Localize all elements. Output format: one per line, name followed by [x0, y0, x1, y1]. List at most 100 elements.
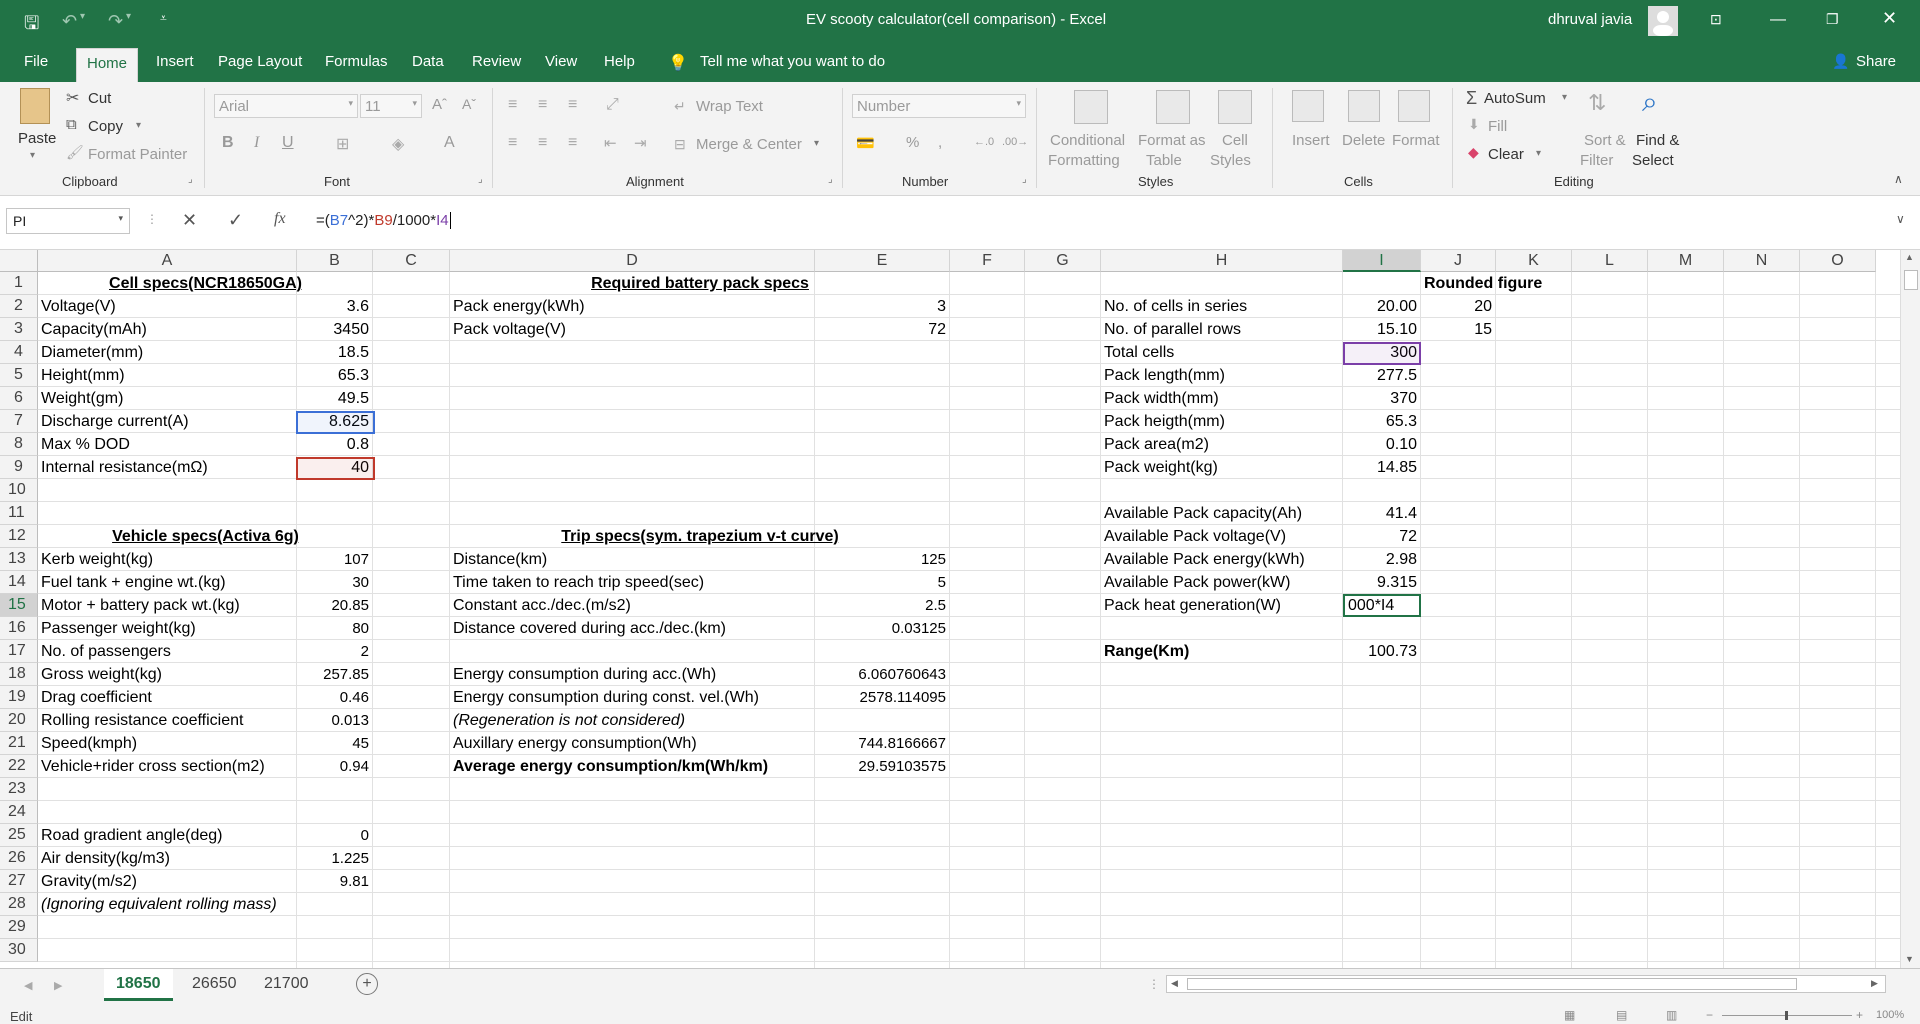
cell-b19[interactable]: 0.46: [300, 686, 369, 709]
tab-help[interactable]: Help: [604, 53, 635, 70]
wrap-text-icon[interactable]: ↵: [674, 98, 686, 115]
column-header-h[interactable]: H: [1101, 250, 1343, 272]
undo-dropdown-icon[interactable]: ▾: [80, 11, 85, 22]
cell-e15[interactable]: 2.5: [818, 594, 946, 617]
cell-i6[interactable]: 370: [1346, 387, 1417, 410]
format-cells-icon[interactable]: [1398, 90, 1430, 122]
row-header-23[interactable]: 23: [0, 778, 38, 801]
row-header-17[interactable]: 17: [0, 640, 38, 663]
column-header-i[interactable]: I: [1343, 250, 1421, 272]
page-break-view-icon[interactable]: ▥: [1666, 1008, 1677, 1022]
horizontal-scroll-thumb[interactable]: [1187, 978, 1797, 990]
copy-icon[interactable]: ⧉: [66, 116, 77, 133]
cut-button[interactable]: Cut: [88, 90, 111, 107]
alignment-launcher-icon[interactable]: ⌟: [828, 174, 833, 185]
row-header-28[interactable]: 28: [0, 893, 38, 916]
tab-formulas[interactable]: Formulas: [325, 53, 388, 70]
active-cell-i15[interactable]: [1343, 594, 1421, 617]
cell-b13[interactable]: 107: [300, 548, 369, 571]
cell-a27[interactable]: Gravity(m/s2): [41, 870, 293, 893]
cell-h6[interactable]: Pack width(mm): [1104, 387, 1339, 410]
cell-b2[interactable]: 3.6: [300, 295, 369, 318]
cell-i13[interactable]: 2.98: [1346, 548, 1417, 571]
cell-a13[interactable]: Kerb weight(kg): [41, 548, 293, 571]
conditional-formatting-icon[interactable]: [1074, 90, 1108, 124]
clear-dropdown-icon[interactable]: ▾: [1536, 148, 1541, 159]
minimize-icon[interactable]: —: [1770, 11, 1786, 29]
scroll-down-icon[interactable]: ▼: [1905, 954, 1914, 964]
cell-a21[interactable]: Speed(kmph): [41, 732, 293, 755]
row-header-2[interactable]: 2: [0, 295, 38, 318]
merge-center-button[interactable]: Merge & Center: [696, 136, 802, 153]
cell-i3[interactable]: 15.10: [1346, 318, 1417, 341]
cell-b17[interactable]: 2: [300, 640, 369, 663]
borders-icon[interactable]: ⊞: [336, 134, 349, 154]
font-size-select[interactable]: 11 ▾: [360, 94, 422, 118]
tell-me-box[interactable]: Tell me what you want to do: [700, 53, 885, 70]
avatar[interactable]: [1648, 6, 1678, 36]
cell-h13[interactable]: Available Pack energy(kWh): [1104, 548, 1339, 571]
sheet-tab-18650[interactable]: 18650: [104, 969, 173, 1001]
column-header-m[interactable]: M: [1648, 250, 1724, 272]
zoom-out-icon[interactable]: −: [1706, 1008, 1713, 1022]
cell-i8[interactable]: 0.10: [1346, 433, 1417, 456]
cell-a15[interactable]: Motor + battery pack wt.(kg): [41, 594, 293, 617]
cell-b25[interactable]: 0: [300, 824, 369, 847]
clear-button[interactable]: Clear: [1488, 146, 1524, 163]
cell-d13[interactable]: Distance(km): [453, 548, 811, 571]
row-header-1[interactable]: 1: [0, 272, 38, 295]
cell-a19[interactable]: Drag coefficient: [41, 686, 293, 709]
wrap-text-button[interactable]: Wrap Text: [696, 98, 763, 115]
worksheet-grid[interactable]: ABCDEFGHIJKLMNO 1 2 3 4 5 6 7 8 9 10 11 12 13 14 15 16 1…: [0, 250, 1900, 968]
tab-page-layout[interactable]: Page Layout: [218, 53, 302, 70]
align-left-icon[interactable]: ≡: [508, 134, 517, 152]
vertical-scroll-thumb[interactable]: [1904, 270, 1918, 290]
row-header-26[interactable]: 26: [0, 847, 38, 870]
tab-insert[interactable]: Insert: [156, 53, 194, 70]
format-cells-button[interactable]: Format: [1392, 132, 1440, 149]
middle-align-icon[interactable]: ≡: [538, 96, 547, 114]
row-header-3[interactable]: 3: [0, 318, 38, 341]
row-header-9[interactable]: 9: [0, 456, 38, 479]
cell-b22[interactable]: 0.94: [300, 755, 369, 778]
cell-h8[interactable]: Pack area(m2): [1104, 433, 1339, 456]
row-header-15[interactable]: 15: [0, 594, 38, 617]
row-header-27[interactable]: 27: [0, 870, 38, 893]
cell-i14[interactable]: 9.315: [1346, 571, 1417, 594]
normal-view-icon[interactable]: ▦: [1564, 1008, 1575, 1022]
cell-b14[interactable]: 30: [300, 571, 369, 594]
clear-icon[interactable]: ◆: [1468, 144, 1479, 161]
column-header-b[interactable]: B: [297, 250, 373, 272]
cell-a25[interactable]: Road gradient angle(deg): [41, 824, 293, 847]
cell-d14[interactable]: Time taken to reach trip speed(sec): [453, 571, 811, 594]
vertical-scrollbar[interactable]: ▲ ▼: [1900, 250, 1920, 968]
sheet-tab-26650[interactable]: 26650: [180, 969, 249, 1001]
column-header-o[interactable]: O: [1800, 250, 1876, 272]
redo-dropdown-icon[interactable]: ▾: [126, 11, 131, 22]
cell-a22[interactable]: Vehicle+rider cross section(m2): [41, 755, 293, 778]
cell-a12[interactable]: Vehicle specs(Activa 6g): [41, 525, 370, 548]
cell-h11[interactable]: Available Pack capacity(Ah): [1104, 502, 1339, 525]
increase-font-icon[interactable]: Aˆ: [432, 96, 447, 113]
cell-a5[interactable]: Height(mm): [41, 364, 293, 387]
column-header-n[interactable]: N: [1724, 250, 1800, 272]
merge-center-icon[interactable]: ⊟: [674, 136, 686, 153]
new-sheet-icon[interactable]: +: [356, 973, 378, 995]
cell-b21[interactable]: 45: [300, 732, 369, 755]
cell-styles-button[interactable]: Cell: [1222, 132, 1248, 149]
conditional-formatting-button[interactable]: Conditional: [1050, 132, 1125, 149]
tab-view[interactable]: View: [545, 53, 577, 70]
share-icon[interactable]: 👤: [1832, 53, 1849, 70]
cell-e22[interactable]: 29.59103575: [818, 755, 946, 778]
number-format-select[interactable]: Number ▾: [852, 94, 1026, 118]
format-painter-button[interactable]: Format Painter: [88, 146, 187, 163]
undo-icon[interactable]: ↶: [62, 11, 77, 32]
increase-indent-icon[interactable]: ⇥: [634, 134, 647, 152]
cell-h14[interactable]: Available Pack power(kW): [1104, 571, 1339, 594]
cell-a2[interactable]: Voltage(V): [41, 295, 293, 318]
percent-icon[interactable]: %: [906, 134, 919, 151]
cell-a14[interactable]: Fuel tank + engine wt.(kg): [41, 571, 293, 594]
cell-d12[interactable]: Trip specs(sym. trapezium v-t curve): [453, 525, 947, 548]
insert-cells-button[interactable]: Insert: [1292, 132, 1330, 149]
sort-filter-button[interactable]: Sort &: [1584, 132, 1626, 149]
